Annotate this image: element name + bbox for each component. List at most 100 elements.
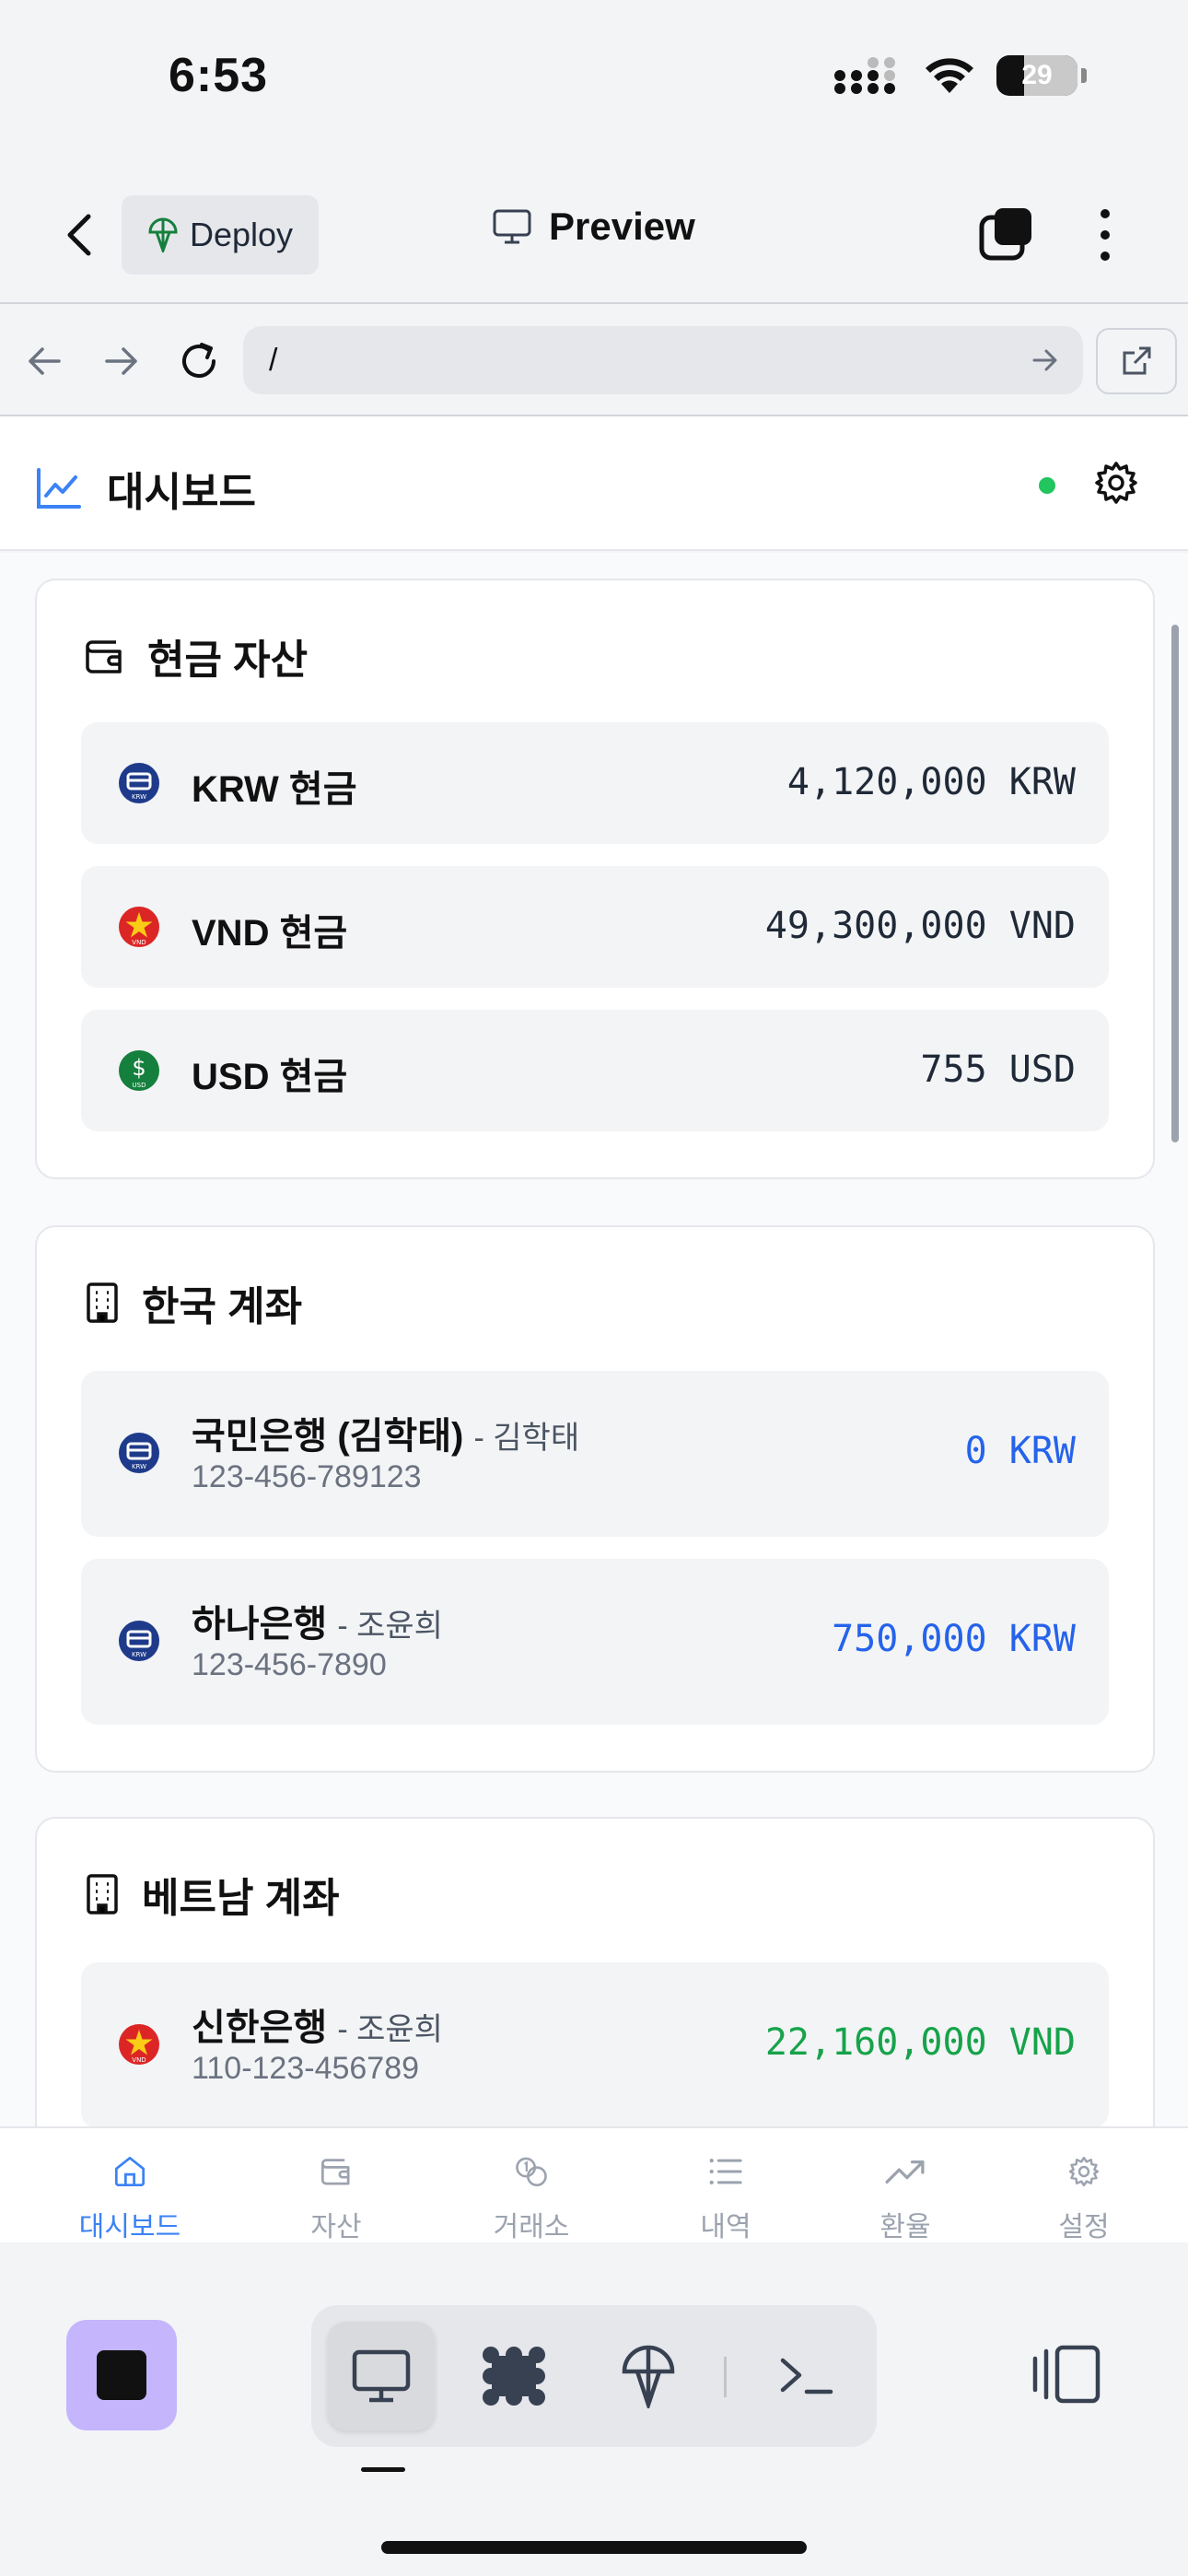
- tabs-icon[interactable]: [978, 205, 1035, 262]
- account-balance: 750,000 KRW: [832, 1618, 1076, 1660]
- card-title: 한국 계좌: [85, 1273, 302, 1332]
- external-link-icon: [1123, 346, 1151, 375]
- go-arrow-icon[interactable]: [1031, 348, 1059, 372]
- bank-name: 신한은행 - 조윤희: [192, 1997, 443, 2051]
- workspace-view-button[interactable]: [460, 2322, 567, 2430]
- svg-text:USD: USD: [133, 1082, 146, 1089]
- account-owner: - 김학태: [473, 1421, 580, 1456]
- deploy-icon: [148, 217, 178, 252]
- cash-value: 755 USD: [920, 1048, 1076, 1091]
- svg-text:$: $: [132, 1055, 146, 1081]
- deploy-icon: [622, 2345, 675, 2408]
- card-title-text: 베트남 계좌: [142, 1876, 340, 1921]
- bank-name-text: 하나은행: [192, 1604, 328, 1645]
- content-scrollbar[interactable]: [1171, 625, 1179, 1142]
- cash-value: 4,120,000 KRW: [786, 761, 1076, 803]
- line-chart-icon: [37, 468, 81, 509]
- more-menu-icon[interactable]: [1087, 203, 1124, 267]
- cash-label: USD 현금: [192, 1057, 348, 1097]
- status-bar: 6:53 29: [0, 0, 1188, 166]
- svg-text:KRW: KRW: [132, 1463, 146, 1470]
- monitor-icon: [493, 209, 531, 244]
- account-owner: - 조윤희: [337, 1609, 443, 1644]
- krw-coin-icon: KRW: [119, 1621, 159, 1661]
- cellular-signal-icon: [834, 57, 895, 94]
- account-owner: - 조윤희: [337, 2012, 443, 2047]
- terminal-view-button[interactable]: [753, 2322, 860, 2430]
- reload-button[interactable]: [175, 337, 223, 385]
- back-button[interactable]: [55, 203, 101, 267]
- card-title-text: 현금 자산: [147, 638, 309, 683]
- building-icon: [87, 1282, 118, 1323]
- preview-view-button[interactable]: [328, 2322, 435, 2430]
- krw-coin-icon: KRW: [119, 763, 159, 803]
- deploy-view-button[interactable]: [595, 2322, 702, 2430]
- vietnam-accounts-card: 베트남 계좌 VND 신한은행 - 조윤희 110-123-456789 22,…: [35, 1817, 1155, 2126]
- account-row-hana[interactable]: KRW 하나은행 - 조윤희 123-456-7890 750,000 KRW: [81, 1559, 1109, 1725]
- account-balance: 0 KRW: [964, 1430, 1076, 1472]
- tab-assets[interactable]: 자산: [247, 2128, 425, 2242]
- stop-icon: [97, 2350, 146, 2400]
- bank-name: 하나은행 - 조윤희: [192, 1594, 443, 1647]
- browser-toolbar: /: [0, 306, 1188, 416]
- nav-forward-button[interactable]: [98, 337, 146, 385]
- bottom-tab-bar: 대시보드 자산 거래소 내역 환율 설정: [0, 2126, 1188, 2242]
- dashboard-content[interactable]: 현금 자산 KRW KRW 현금 4,120,000 KRW VND VND 현…: [0, 553, 1188, 2126]
- bank-name: 국민은행 (김학태) - 김학태: [192, 1406, 579, 1459]
- open-external-button[interactable]: [1096, 328, 1177, 394]
- monitor-icon: [352, 2349, 411, 2403]
- wallet-icon: [86, 640, 122, 673]
- cash-row-vnd[interactable]: VND VND 현금 49,300,000 VND: [81, 866, 1109, 988]
- list-icon: [709, 2158, 742, 2185]
- account-row-shinhan[interactable]: VND 신한은행 - 조윤희 110-123-456789 22,160,000…: [81, 1962, 1109, 2126]
- settings-gear-icon[interactable]: [1094, 461, 1138, 505]
- svg-text:KRW: KRW: [132, 1651, 146, 1658]
- tab-settings[interactable]: 설정: [995, 2128, 1173, 2242]
- arrow-left-icon: [29, 347, 61, 375]
- svg-text:VND: VND: [132, 939, 146, 946]
- home-icon: [114, 2156, 146, 2187]
- stop-button[interactable]: [66, 2320, 177, 2430]
- tab-label: 내역: [700, 2212, 751, 2242]
- battery-tip: [1081, 68, 1087, 83]
- terminal-icon: [780, 2358, 833, 2395]
- account-number: 110-123-456789: [192, 2051, 420, 2086]
- preview-title: Preview: [492, 205, 695, 249]
- usd-coin-icon: $USD: [119, 1050, 159, 1091]
- svg-text:KRW: KRW: [132, 793, 146, 801]
- account-number: 123-456-789123: [192, 1459, 422, 1494]
- tab-dashboard[interactable]: 대시보드: [41, 2128, 219, 2242]
- nav-back-button[interactable]: [20, 337, 68, 385]
- status-time: 6:53: [169, 49, 269, 102]
- url-input[interactable]: /: [243, 326, 1083, 394]
- connection-status-dot: [1039, 477, 1055, 494]
- home-indicator: [381, 2541, 807, 2554]
- panel-toggle-icon[interactable]: [1030, 2342, 1103, 2406]
- cash-value: 49,300,000 VND: [764, 905, 1076, 947]
- svg-text:VND: VND: [132, 2056, 146, 2064]
- account-balance: 22,160,000 VND: [764, 2021, 1076, 2064]
- deploy-label: Deploy: [190, 216, 294, 253]
- tab-label: 설정: [1058, 2212, 1110, 2242]
- account-number: 123-456-7890: [192, 1647, 387, 1682]
- tab-label: 자산: [310, 2212, 362, 2242]
- tab-history[interactable]: 내역: [636, 2128, 815, 2242]
- coins-icon: [516, 2157, 547, 2187]
- bank-name-text: 국민은행 (김학태): [192, 1416, 464, 1457]
- account-row-kookmin[interactable]: KRW 국민은행 (김학태) - 김학태 123-456-789123 0 KR…: [81, 1371, 1109, 1537]
- cash-row-krw[interactable]: KRW KRW 현금 4,120,000 KRW: [81, 722, 1109, 844]
- korea-accounts-card: 한국 계좌 KRW 국민은행 (김학태) - 김학태 123-456-78912…: [35, 1225, 1155, 1773]
- vnd-flag-icon: VND: [119, 907, 159, 947]
- status-icons: 29: [834, 55, 1087, 96]
- krw-coin-icon: KRW: [119, 1433, 159, 1473]
- tab-label: 대시보드: [78, 2212, 181, 2242]
- url-text: /: [269, 342, 278, 378]
- tab-rates[interactable]: 환율: [816, 2128, 995, 2242]
- workspace-grid-icon: [483, 2347, 545, 2406]
- cash-row-usd[interactable]: $ USD USD 현금 755 USD: [81, 1010, 1109, 1131]
- ide-toolbar: [0, 2242, 1188, 2576]
- preview-header: Deploy Preview: [0, 166, 1188, 304]
- deploy-button[interactable]: Deploy: [122, 195, 319, 275]
- tab-exchange[interactable]: 거래소: [442, 2128, 621, 2242]
- card-title: 베트남 계좌: [85, 1865, 340, 1924]
